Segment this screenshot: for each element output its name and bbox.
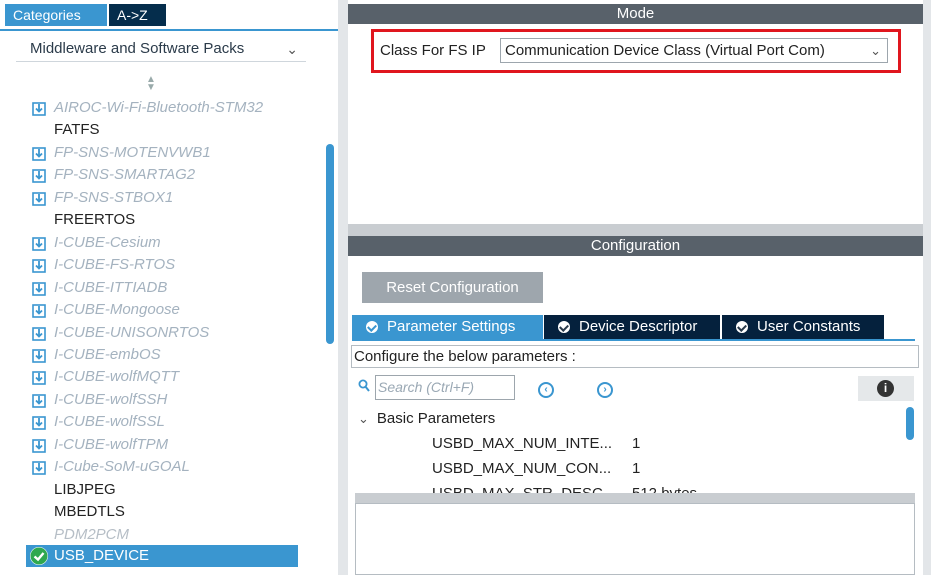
panel-splitter[interactable] <box>338 0 348 575</box>
pane-splitter[interactable] <box>355 493 915 503</box>
instruction-text: Configure the below parameters : <box>351 345 919 368</box>
list-item-label: I-CUBE-embOS <box>54 346 161 363</box>
list-item-label: I-CUBE-FS-RTOS <box>54 256 176 273</box>
basic-parameters-group[interactable]: ⌄ Basic Parameters <box>358 410 495 427</box>
list-item-label: FP-SNS-SMARTAG2 <box>54 166 196 183</box>
list-item-label: I-CUBE-wolfSSH <box>54 391 168 408</box>
next-match-button[interactable]: › <box>597 382 613 398</box>
param-value[interactable]: 1 <box>632 435 640 452</box>
download-icon <box>32 236 46 251</box>
previous-match-button[interactable]: ‹ <box>538 382 554 398</box>
download-icon <box>32 191 46 206</box>
tab-underline <box>352 339 915 341</box>
param-value[interactable]: 1 <box>632 460 640 477</box>
check-circle-icon <box>30 547 48 565</box>
chevron-down-icon: ⌄ <box>286 41 298 57</box>
info-button[interactable]: i <box>858 376 914 401</box>
search-icon <box>358 379 370 392</box>
check-circle-icon <box>558 321 570 333</box>
list-item-label: I-CUBE-wolfTPM <box>54 436 169 453</box>
download-icon <box>32 281 46 296</box>
list-item-label: I-CUBE-wolfSSL <box>54 413 165 430</box>
tab-label: Parameter Settings <box>387 318 516 335</box>
section-splitter[interactable] <box>348 224 923 236</box>
download-icon <box>32 460 46 475</box>
left-panel: Categories A->Z Middleware and Software … <box>0 0 338 575</box>
tab-device-descriptor[interactable]: Device Descriptor <box>544 315 720 339</box>
category-select[interactable]: Middleware and Software Packs ⌄ <box>16 36 306 62</box>
class-for-fs-ip-label: Class For FS IP <box>380 42 486 59</box>
list-item-label: I-CUBE-ITTIADB <box>54 279 168 296</box>
download-icon <box>32 415 46 430</box>
category-tabbar: Categories A->Z <box>0 0 338 30</box>
parameter-tree: ⌄ Basic Parameters USBD_MAX_NUM_INTE... 1… <box>348 400 913 494</box>
download-icon <box>32 370 46 385</box>
class-select-value: Communication Device Class (Virtual Port… <box>505 42 825 59</box>
tree-scrollbar-thumb[interactable] <box>906 407 914 440</box>
class-for-fs-ip-select[interactable]: Communication Device Class (Virtual Port… <box>500 38 888 63</box>
list-item-label: FP-SNS-MOTENVWB1 <box>54 144 211 161</box>
list-item-selected[interactable]: USB_DEVICE <box>26 545 298 567</box>
check-circle-icon <box>736 321 748 333</box>
mode-header: Mode <box>348 4 923 24</box>
download-icon <box>32 326 46 341</box>
list-item-label: AIROC-Wi-Fi-Bluetooth-STM32 <box>54 99 264 116</box>
list-item-label: I-Cube-SoM-uGOAL <box>54 458 190 475</box>
list-item[interactable]: FREERTOS <box>54 209 135 231</box>
list-item[interactable]: FATFS <box>54 119 100 141</box>
chevron-down-icon: ⌄ <box>870 43 881 58</box>
download-icon <box>32 258 46 273</box>
tab-underline <box>0 29 338 31</box>
download-icon <box>32 348 46 363</box>
group-label: Basic Parameters <box>376 410 496 427</box>
info-icon: i <box>877 380 894 397</box>
tab-parameter-settings[interactable]: Parameter Settings <box>352 315 543 339</box>
download-icon <box>32 303 46 318</box>
download-icon <box>32 101 46 116</box>
reset-configuration-button[interactable]: Reset Configuration <box>362 272 543 303</box>
sort-icon[interactable]: ▲ ▼ <box>145 75 157 93</box>
tab-label: Device Descriptor <box>579 318 698 335</box>
download-icon <box>32 393 46 408</box>
list-item-label: I-CUBE-UNISONRTOS <box>54 324 210 341</box>
check-circle-icon <box>366 321 378 333</box>
list-item[interactable]: PDM2PCM <box>54 524 129 546</box>
tab-a-z[interactable]: A->Z <box>109 4 166 26</box>
download-icon <box>32 438 46 453</box>
tab-categories[interactable]: Categories <box>5 4 107 26</box>
tab-label: User Constants <box>757 318 861 335</box>
description-panel <box>355 503 915 575</box>
param-name[interactable]: USBD_MAX_NUM_CON... <box>432 460 611 477</box>
tab-user-constants[interactable]: User Constants <box>722 315 884 339</box>
list-item-label: USB_DEVICE <box>54 547 150 564</box>
list-item-label: FP-SNS-STBOX1 <box>54 189 174 206</box>
param-name[interactable]: USBD_MAX_NUM_INTE... <box>432 435 612 452</box>
list-item[interactable]: MBEDTLS <box>54 501 125 523</box>
left-scrollbar-thumb[interactable] <box>326 144 334 344</box>
download-icon <box>32 146 46 161</box>
download-icon <box>32 168 46 183</box>
list-item-label: I-CUBE-Cesium <box>54 234 161 251</box>
configuration-header: Configuration <box>348 236 923 256</box>
category-select-value: Middleware and Software Packs <box>30 40 245 57</box>
list-item-label: I-CUBE-Mongoose <box>54 301 180 318</box>
chevron-down-icon: ⌄ <box>358 411 369 426</box>
right-edge <box>923 0 931 575</box>
search-input[interactable]: Search (Ctrl+F) <box>375 375 515 400</box>
list-item-label: I-CUBE-wolfMQTT <box>54 368 179 385</box>
list-item[interactable]: LIBJPEG <box>54 479 116 501</box>
